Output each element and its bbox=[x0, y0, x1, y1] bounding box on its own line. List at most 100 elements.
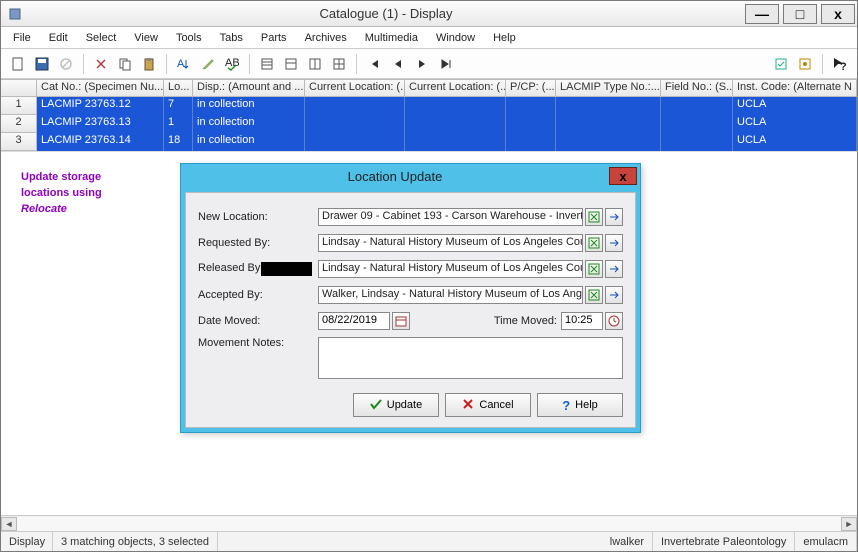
grid-header-lo[interactable]: Lo... bbox=[164, 79, 193, 96]
cell-pcp[interactable] bbox=[506, 97, 556, 115]
menu-tabs[interactable]: Tabs bbox=[212, 30, 251, 46]
menu-file[interactable]: File bbox=[5, 30, 39, 46]
table-row[interactable]: 3 LACMIP 23763.14 18 in collection UCLA bbox=[1, 133, 857, 151]
grid-header-disp[interactable]: Disp.: (Amount and ... bbox=[193, 79, 305, 96]
menu-tools[interactable]: Tools bbox=[168, 30, 210, 46]
dialog-close-button[interactable]: x bbox=[609, 167, 637, 185]
cell-cloc2[interactable] bbox=[405, 133, 506, 151]
lookup-icon[interactable] bbox=[585, 286, 603, 304]
new-doc-icon[interactable] bbox=[7, 53, 29, 75]
cell-catno[interactable]: LACMIP 23763.13 bbox=[37, 115, 164, 133]
scroll-right-icon[interactable]: ► bbox=[841, 517, 857, 531]
attach1-icon[interactable] bbox=[770, 53, 792, 75]
cell-inst[interactable]: UCLA bbox=[733, 115, 857, 133]
menu-help[interactable]: Help bbox=[485, 30, 524, 46]
date-moved-input[interactable]: 08/22/2019 bbox=[318, 312, 390, 330]
cell-type[interactable] bbox=[556, 97, 661, 115]
cell-catno[interactable]: LACMIP 23763.14 bbox=[37, 133, 164, 151]
grid-header-catno[interactable]: Cat No.: (Specimen Nu... bbox=[37, 79, 164, 96]
link-icon[interactable] bbox=[605, 260, 623, 278]
link-icon[interactable] bbox=[605, 208, 623, 226]
attach2-icon[interactable] bbox=[794, 53, 816, 75]
menu-window[interactable]: Window bbox=[428, 30, 483, 46]
link-icon[interactable] bbox=[605, 286, 623, 304]
menu-select[interactable]: Select bbox=[78, 30, 125, 46]
menu-edit[interactable]: Edit bbox=[41, 30, 76, 46]
paste-icon[interactable] bbox=[138, 53, 160, 75]
calendar-icon[interactable] bbox=[392, 312, 410, 330]
menu-multimedia[interactable]: Multimedia bbox=[357, 30, 426, 46]
next-record-icon[interactable] bbox=[411, 53, 433, 75]
update-button[interactable]: Update bbox=[353, 393, 439, 417]
table-row[interactable]: 2 LACMIP 23763.13 1 in collection UCLA bbox=[1, 115, 857, 133]
help-button[interactable]: ? Help bbox=[537, 393, 623, 417]
time-moved-input[interactable]: 10:25 bbox=[561, 312, 603, 330]
whats-this-icon[interactable]: ? bbox=[829, 53, 851, 75]
cell-lo[interactable]: 1 bbox=[164, 115, 193, 133]
first-record-icon[interactable] bbox=[363, 53, 385, 75]
cell-pcp[interactable] bbox=[506, 115, 556, 133]
cell-cloc2[interactable] bbox=[405, 115, 506, 133]
spellcheck-icon[interactable]: ABC bbox=[221, 53, 243, 75]
menu-view[interactable]: View bbox=[126, 30, 166, 46]
cell-cloc1[interactable] bbox=[305, 115, 405, 133]
close-button[interactable]: x bbox=[821, 4, 855, 24]
cell-field[interactable] bbox=[661, 133, 733, 151]
maximize-button[interactable]: □ bbox=[783, 4, 817, 24]
movement-notes-input[interactable] bbox=[318, 337, 623, 379]
clock-icon[interactable] bbox=[605, 312, 623, 330]
cell-catno[interactable]: LACMIP 23763.12 bbox=[37, 97, 164, 115]
accepted-by-input[interactable]: Walker, Lindsay - Natural History Museum… bbox=[318, 286, 583, 304]
cell-pcp[interactable] bbox=[506, 133, 556, 151]
cancel-button[interactable]: Cancel bbox=[445, 393, 531, 417]
lookup-icon[interactable] bbox=[585, 260, 603, 278]
menu-archives[interactable]: Archives bbox=[297, 30, 355, 46]
grid-header-cloc2[interactable]: Current Location: (... bbox=[405, 79, 506, 96]
row-number[interactable]: 2 bbox=[1, 115, 37, 133]
scroll-track[interactable] bbox=[17, 517, 841, 531]
cell-cloc1[interactable] bbox=[305, 97, 405, 115]
cell-disp[interactable]: in collection bbox=[193, 115, 305, 133]
grid-header-type[interactable]: LACMIP Type No.:... bbox=[556, 79, 661, 96]
last-record-icon[interactable] bbox=[435, 53, 457, 75]
lookup-icon[interactable] bbox=[585, 234, 603, 252]
cell-type[interactable] bbox=[556, 133, 661, 151]
grid-header-rownum[interactable] bbox=[1, 79, 37, 96]
cell-field[interactable] bbox=[661, 97, 733, 115]
horizontal-scrollbar[interactable]: ◄ ► bbox=[1, 515, 857, 531]
cell-cloc2[interactable] bbox=[405, 97, 506, 115]
copy-icon[interactable] bbox=[114, 53, 136, 75]
grid-header-field[interactable]: Field No.: (S... bbox=[661, 79, 733, 96]
grid-header-pcp[interactable]: P/CP: (... bbox=[506, 79, 556, 96]
view2-icon[interactable] bbox=[280, 53, 302, 75]
menu-parts[interactable]: Parts bbox=[253, 30, 295, 46]
prev-record-icon[interactable] bbox=[387, 53, 409, 75]
released-by-input[interactable]: Lindsay - Natural History Museum of Los … bbox=[318, 260, 583, 278]
dialog-titlebar[interactable]: Location Update x bbox=[181, 164, 640, 188]
cell-disp[interactable]: in collection bbox=[193, 133, 305, 151]
cell-type[interactable] bbox=[556, 115, 661, 133]
new-location-input[interactable]: Drawer 09 - Cabinet 193 - Carson Warehou… bbox=[318, 208, 583, 226]
cell-lo[interactable]: 7 bbox=[164, 97, 193, 115]
cell-cloc1[interactable] bbox=[305, 133, 405, 151]
lookup-icon[interactable] bbox=[585, 208, 603, 226]
grid-header-inst[interactable]: Inst. Code: (Alternate N bbox=[733, 79, 857, 96]
row-number[interactable]: 1 bbox=[1, 97, 37, 115]
data-grid[interactable]: Cat No.: (Specimen Nu... Lo... Disp.: (A… bbox=[1, 79, 857, 152]
cell-inst[interactable]: UCLA bbox=[733, 133, 857, 151]
cell-inst[interactable]: UCLA bbox=[733, 97, 857, 115]
view1-icon[interactable] bbox=[256, 53, 278, 75]
grid-header-cloc1[interactable]: Current Location: (... bbox=[305, 79, 405, 96]
requested-by-input[interactable]: Lindsay - Natural History Museum of Los … bbox=[318, 234, 583, 252]
view3-icon[interactable] bbox=[304, 53, 326, 75]
table-row[interactable]: 1 LACMIP 23763.12 7 in collection UCLA bbox=[1, 97, 857, 115]
edit-icon[interactable] bbox=[197, 53, 219, 75]
link-icon[interactable] bbox=[605, 234, 623, 252]
save-icon[interactable] bbox=[31, 53, 53, 75]
cut-icon[interactable] bbox=[90, 53, 112, 75]
scroll-left-icon[interactable]: ◄ bbox=[1, 517, 17, 531]
row-number[interactable]: 3 bbox=[1, 133, 37, 151]
cell-field[interactable] bbox=[661, 115, 733, 133]
sort-icon[interactable]: A bbox=[173, 53, 195, 75]
view4-icon[interactable] bbox=[328, 53, 350, 75]
